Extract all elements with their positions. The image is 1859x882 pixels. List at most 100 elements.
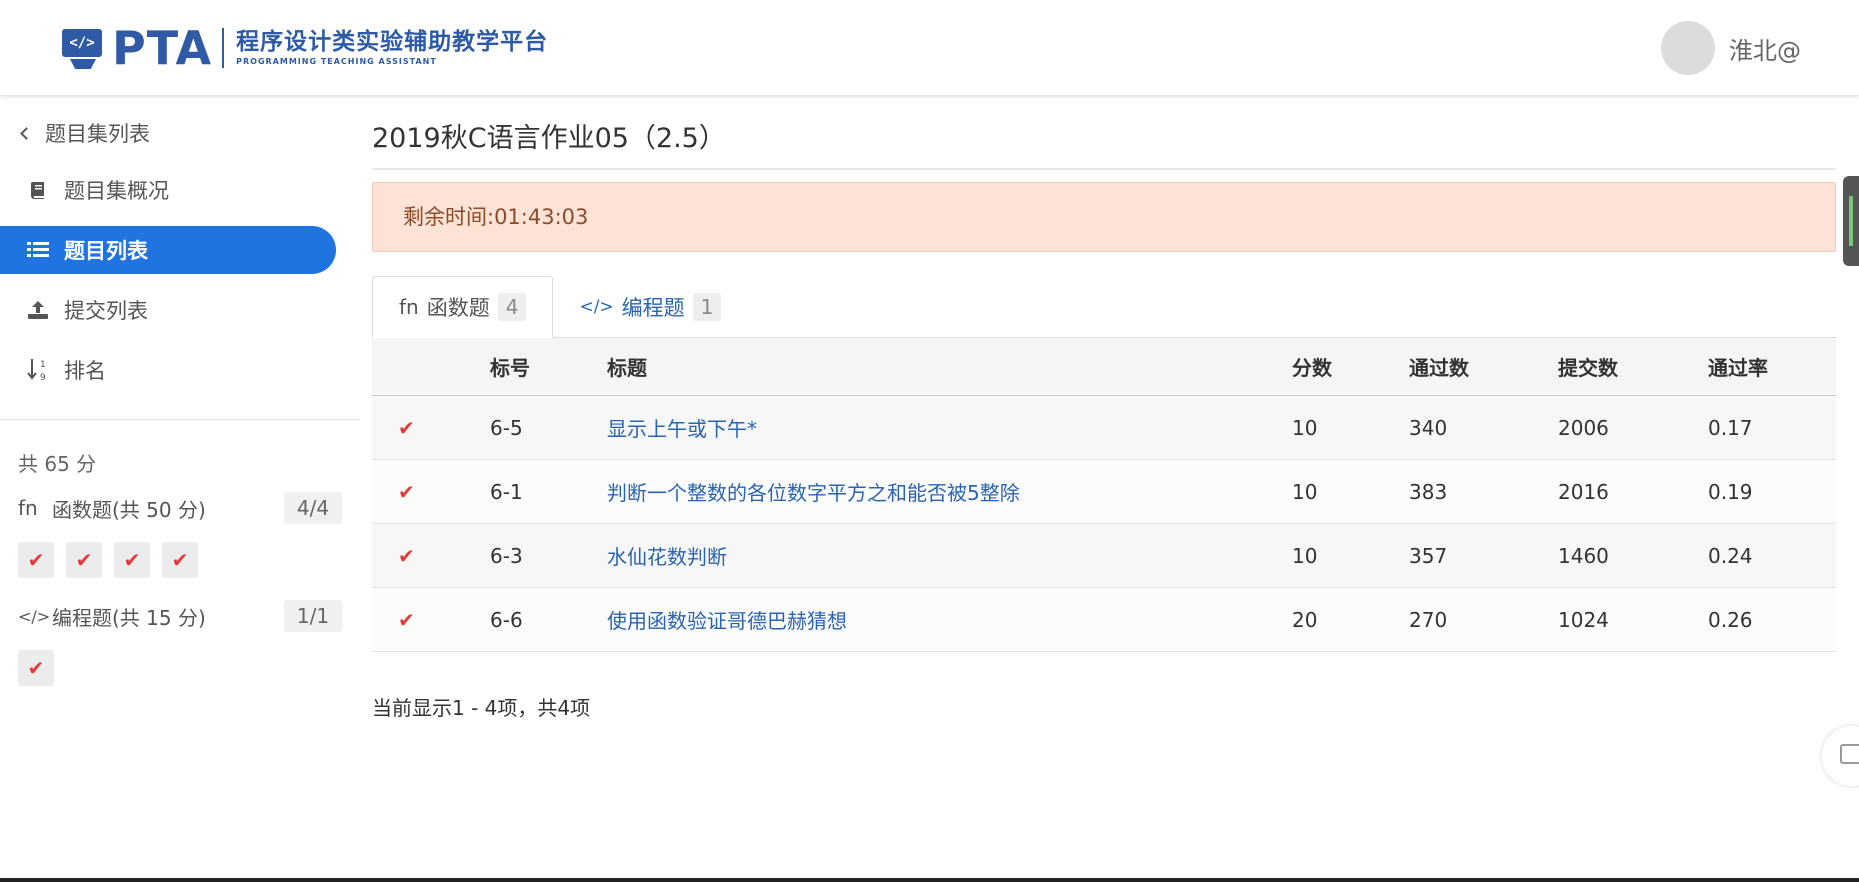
pagination-summary: 当前显示1 - 4项，共4项	[372, 696, 591, 720]
avatar[interactable]	[1661, 21, 1715, 75]
table-row[interactable]: ✔ 6-1 判断一个整数的各位数字平方之和能否被5整除 10 383 2016 …	[372, 459, 1836, 524]
problem-status-check[interactable]: ✔	[66, 542, 102, 578]
username[interactable]: 淮北@	[1729, 31, 1801, 66]
problem-status-check[interactable]: ✔	[18, 542, 54, 578]
problem-id: 6-3	[490, 523, 607, 588]
column-header-title[interactable]: 标题	[607, 337, 1292, 396]
sidebar-nav: 题目集概况 题目列表 提交列表 1 9 排名	[0, 166, 360, 406]
problem-title-link[interactable]: 使用函数验证哥德巴赫猜想	[607, 609, 847, 633]
problem-passed-count: 340	[1409, 395, 1558, 460]
column-header-submitted[interactable]: 提交数	[1558, 337, 1708, 396]
problem-score: 20	[1292, 587, 1409, 652]
feedback-button[interactable]	[1822, 726, 1859, 786]
bottom-edge	[0, 878, 1859, 882]
sidebar-item-label: 题目列表	[64, 239, 148, 263]
accepted-check-icon: ✔	[398, 607, 415, 632]
sidebar-item-ranking[interactable]: 1 9 排名	[0, 346, 336, 394]
tab-programming-problems[interactable]: </> 编程题 1	[553, 276, 747, 338]
pta-logo[interactable]: </> PTA 程序设计类实验辅助教学平台 PROGRAMMING TEACHI…	[62, 21, 549, 75]
problem-id: 6-1	[490, 459, 607, 524]
problem-passed-count: 270	[1409, 587, 1558, 652]
accepted-check-icon: ✔	[398, 479, 415, 504]
tab-function-problems[interactable]: fn 函数题 4	[372, 276, 554, 338]
problem-type-tabs: fn 函数题 4 </> 编程题 1	[372, 276, 747, 338]
problem-score: 10	[1292, 395, 1409, 460]
list-icon	[26, 238, 50, 262]
problem-id: 6-5	[490, 395, 607, 460]
problem-title-link[interactable]: 判断一个整数的各位数字平方之和能否被5整除	[607, 481, 1020, 505]
problem-title-link[interactable]: 显示上午或下午*	[607, 417, 757, 441]
problem-status-check[interactable]: ✔	[162, 542, 198, 578]
category-function-problems: fn 函数题(共 50 分) 4/4	[18, 490, 342, 526]
logo-english-name: PROGRAMMING TEACHING ASSISTANT	[236, 57, 437, 66]
sidebar-divider	[0, 419, 360, 420]
problem-pass-rate: 0.24	[1708, 523, 1836, 588]
user-menu[interactable]: 淮北@	[1661, 20, 1801, 76]
sidebar-item-label: 题目集概况	[64, 179, 169, 203]
problem-submitted-count: 2016	[1558, 459, 1708, 524]
category-count: 1/1	[284, 600, 342, 632]
sidebar-item-overview[interactable]: 题目集概况	[0, 166, 336, 214]
function-icon: fn	[399, 295, 419, 319]
sidebar-item-label: 排名	[64, 359, 106, 383]
column-header-passed[interactable]: 通过数	[1409, 337, 1558, 396]
logo-text: PTA	[112, 21, 213, 75]
problem-pass-rate: 0.19	[1708, 459, 1836, 524]
problem-submitted-count: 1024	[1558, 587, 1708, 652]
back-label: 题目集列表	[45, 122, 150, 146]
total-score: 共 65 分	[18, 452, 97, 476]
tab-label: 函数题	[426, 296, 490, 320]
accepted-check-icon: ✔	[398, 543, 415, 568]
problem-submitted-count: 2006	[1558, 395, 1708, 460]
sidebar-item-submissions[interactable]: 提交列表	[0, 286, 336, 334]
function-icon: fn	[18, 496, 38, 520]
table-row[interactable]: ✔ 6-6 使用函数验证哥德巴赫猜想 20 270 1024 0.26	[372, 587, 1836, 652]
problem-passed-count: 383	[1409, 459, 1558, 524]
chevron-left-icon	[20, 126, 33, 140]
logo-chinese-name: 程序设计类实验辅助教学平台	[236, 29, 549, 55]
tab-count-badge: 1	[692, 293, 722, 321]
problem-table: 标号 标题 分数 通过数 提交数 通过率 ✔ 6-5 显示上午或下午* 10 3…	[372, 337, 1836, 652]
back-to-problem-sets-link[interactable]: 题目集列表	[18, 118, 150, 148]
remaining-time-alert: 剩余时间:01:43:03	[372, 182, 1836, 252]
svg-text:9: 9	[40, 373, 46, 382]
column-header-score[interactable]: 分数	[1292, 337, 1409, 396]
problem-status-check[interactable]: ✔	[18, 650, 54, 686]
logo-divider	[222, 28, 225, 68]
message-icon	[1840, 744, 1859, 764]
problem-pass-rate: 0.26	[1708, 587, 1836, 652]
column-header-id[interactable]: 标号	[490, 337, 607, 396]
problem-id: 6-6	[490, 587, 607, 652]
category-count: 4/4	[284, 492, 342, 524]
category-label: 函数题(共 50 分)	[52, 497, 206, 522]
problem-score: 10	[1292, 459, 1409, 524]
code-monitor-icon: </>	[62, 27, 106, 69]
book-icon	[26, 178, 50, 202]
sidebar: 题目集列表 题目集概况 题目列表 提交列表 19 排名 共 65 分 fn 函数…	[0, 96, 360, 882]
programming-problem-status-list: ✔	[18, 650, 66, 686]
accepted-check-icon: ✔	[398, 415, 415, 440]
sidebar-item-label: 提交列表	[64, 299, 148, 323]
code-icon: </>	[18, 606, 51, 626]
svg-text:1: 1	[40, 360, 46, 370]
problem-status-check[interactable]: ✔	[114, 542, 150, 578]
tab-count-badge: 4	[497, 293, 527, 321]
column-header-pass-rate[interactable]: 通过率	[1708, 337, 1836, 396]
table-header-row: 标号 标题 分数 通过数 提交数 通过率	[372, 337, 1836, 396]
tab-label: 编程题	[621, 296, 685, 320]
table-row[interactable]: ✔ 6-5 显示上午或下午* 10 340 2006 0.17	[372, 395, 1836, 460]
side-panel-handle[interactable]	[1843, 176, 1859, 266]
title-divider	[372, 168, 1836, 170]
function-problem-status-list: ✔ ✔ ✔ ✔	[18, 542, 210, 578]
upload-icon	[26, 298, 50, 322]
top-header: </> PTA 程序设计类实验辅助教学平台 PROGRAMMING TEACHI…	[0, 0, 1859, 96]
problem-score: 10	[1292, 523, 1409, 588]
logo-mark-text: </>	[62, 29, 102, 57]
column-header-status	[372, 337, 490, 396]
sidebar-item-problem-list[interactable]: 题目列表	[0, 226, 336, 274]
problem-pass-rate: 0.17	[1708, 395, 1836, 460]
problem-title-link[interactable]: 水仙花数判断	[607, 545, 727, 569]
problem-submitted-count: 1460	[1558, 523, 1708, 588]
problem-passed-count: 357	[1409, 523, 1558, 588]
table-row[interactable]: ✔ 6-3 水仙花数判断 10 357 1460 0.24	[372, 523, 1836, 588]
